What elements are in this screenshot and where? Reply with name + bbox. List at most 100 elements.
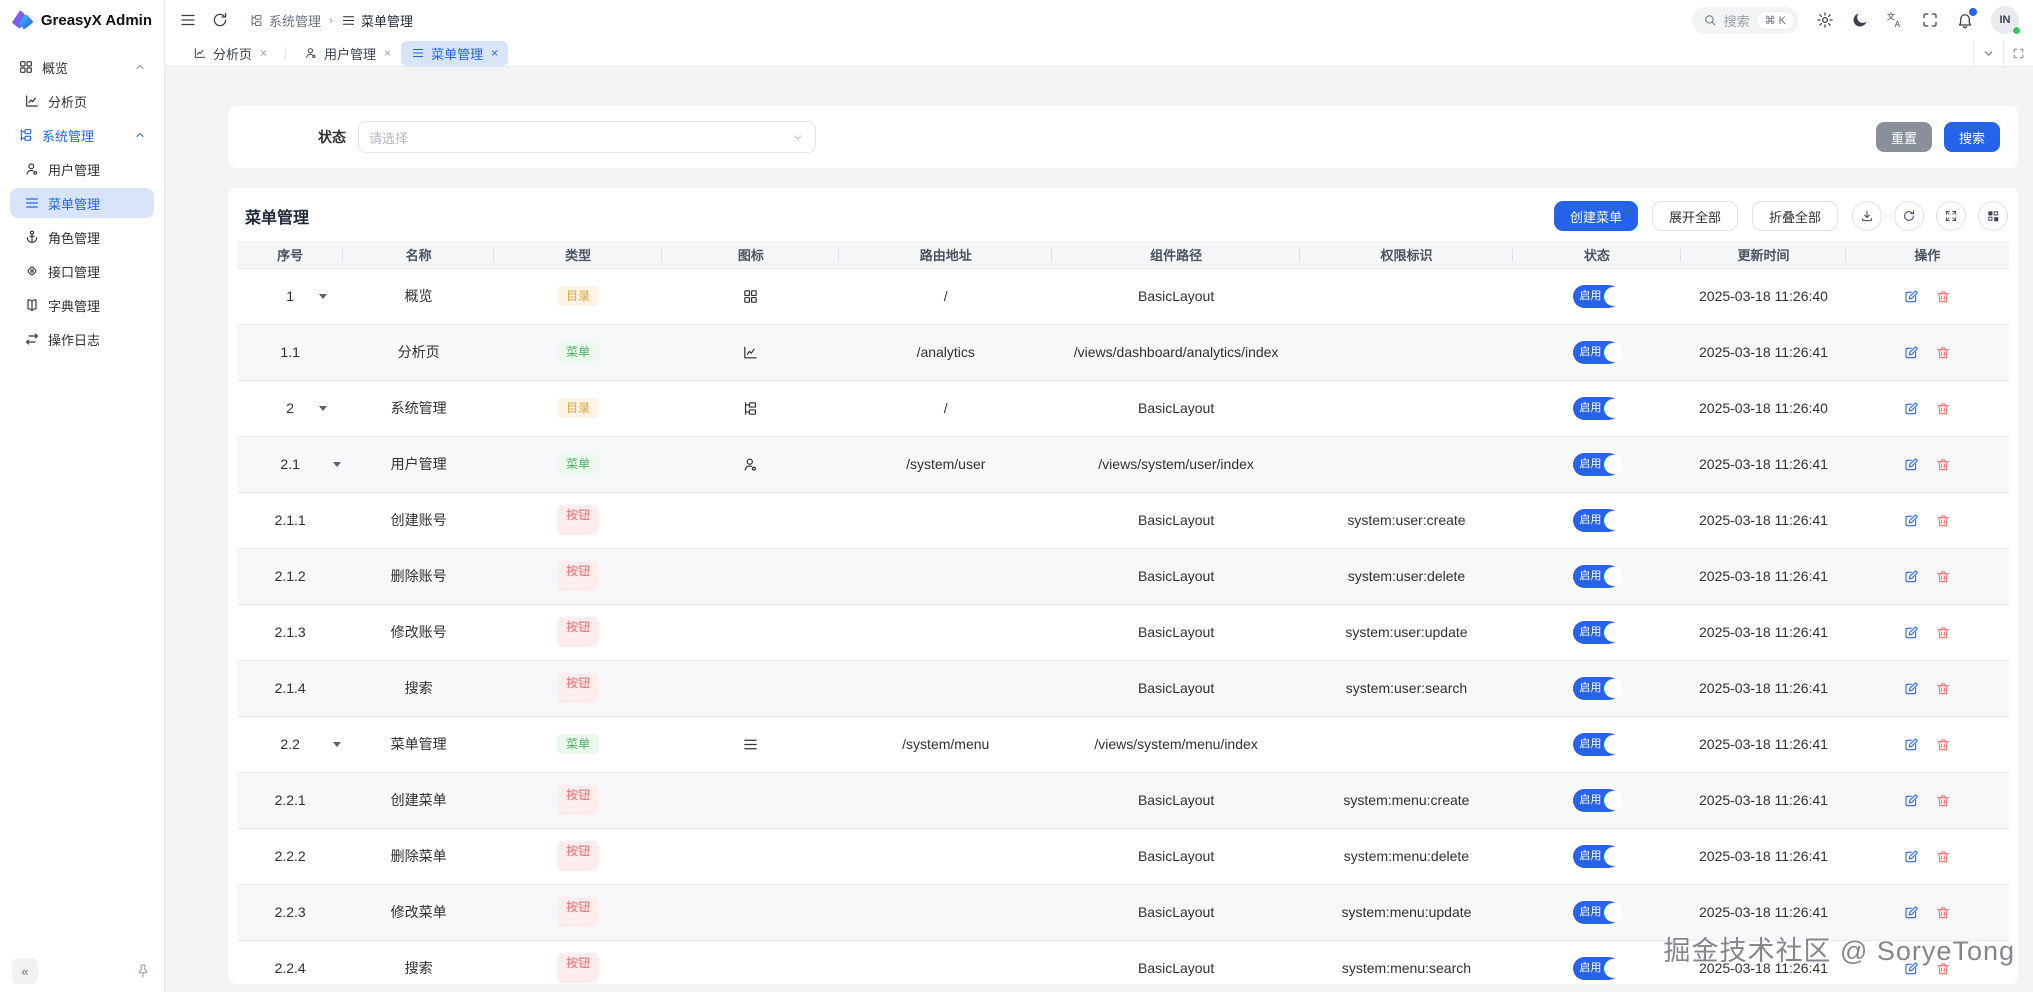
sidebar-item-分析页[interactable]: 分析页 <box>10 86 154 116</box>
row-expander-icon[interactable] <box>333 462 341 467</box>
sidebar-item-操作日志[interactable]: 操作日志 <box>10 324 154 354</box>
tab-close-icon[interactable]: × <box>384 46 391 60</box>
pin-icon[interactable] <box>134 962 152 980</box>
type-badge: 按钮 <box>557 785 599 815</box>
edit-icon[interactable] <box>1903 401 1919 417</box>
row-expander-icon[interactable] <box>319 294 327 299</box>
create-menu-button[interactable]: 创建菜单 <box>1554 201 1638 231</box>
sidebar-group-系统管理[interactable]: 系统管理 <box>10 120 154 150</box>
search-button[interactable]: 搜索 <box>1944 122 2000 152</box>
sidebar-item-接口管理[interactable]: 接口管理 <box>10 256 154 286</box>
sidebar-item-角色管理[interactable]: 角色管理 <box>10 222 154 252</box>
download-button[interactable] <box>1852 201 1882 231</box>
sidebar-item-菜单管理[interactable]: 菜单管理 <box>10 188 154 218</box>
delete-icon[interactable] <box>1935 513 1951 529</box>
sidebar-item-用户管理[interactable]: 用户管理 <box>10 154 154 184</box>
table-refresh-button[interactable] <box>1894 201 1924 231</box>
gear-icon[interactable] <box>1816 11 1834 29</box>
delete-icon[interactable] <box>1935 681 1951 697</box>
cell-seq: 1 <box>237 268 343 324</box>
cell-updated: 2025-03-18 11:26:41 <box>1681 604 1846 660</box>
breadcrumb-item[interactable]: 系统管理 <box>249 11 321 30</box>
delete-icon[interactable] <box>1935 905 1951 921</box>
delete-icon[interactable] <box>1935 625 1951 641</box>
status-toggle[interactable]: 启用 <box>1573 845 1620 868</box>
tabs-dropdown-button[interactable] <box>1973 40 2003 66</box>
sidebar-item-字典管理[interactable]: 字典管理 <box>10 290 154 320</box>
bell-icon[interactable] <box>1956 11 1974 29</box>
table-title: 菜单管理 <box>245 204 309 228</box>
edit-icon[interactable] <box>1903 569 1919 585</box>
hamburger-icon[interactable] <box>179 11 197 29</box>
tab-分析页[interactable]: 分析页× <box>183 41 277 66</box>
edit-icon[interactable] <box>1903 289 1919 305</box>
tab-close-icon[interactable]: × <box>491 46 498 60</box>
status-select[interactable]: 请选择 <box>358 121 816 153</box>
toggle-knob <box>1604 567 1623 586</box>
row-expander-icon[interactable] <box>319 406 327 411</box>
column-settings-button[interactable] <box>1978 201 2008 231</box>
status-toggle[interactable]: 启用 <box>1573 677 1620 700</box>
table-card-header: 菜单管理 创建菜单 展开全部 折叠全部 <box>228 188 2018 241</box>
cell-permission: system:menu:create <box>1300 772 1513 828</box>
sidebar-group-概览[interactable]: 概览 <box>10 52 154 82</box>
delete-icon[interactable] <box>1935 401 1951 417</box>
status-toggle[interactable]: 启用 <box>1573 565 1620 588</box>
status-toggle[interactable]: 启用 <box>1573 341 1620 364</box>
cell-status: 启用 <box>1513 828 1681 884</box>
collapse-all-button[interactable]: 折叠全部 <box>1752 201 1838 231</box>
edit-icon[interactable] <box>1903 737 1919 753</box>
breadcrumb-item[interactable]: 菜单管理 <box>341 11 413 30</box>
search-input[interactable]: 搜索 ⌘ K <box>1692 7 1799 34</box>
cell-type: 按钮 <box>494 940 662 984</box>
row-expander-icon[interactable] <box>333 742 341 747</box>
delete-icon[interactable] <box>1935 849 1951 865</box>
status-toggle[interactable]: 启用 <box>1573 733 1620 756</box>
edit-icon[interactable] <box>1903 793 1919 809</box>
delete-icon[interactable] <box>1935 569 1951 585</box>
edit-icon[interactable] <box>1903 849 1919 865</box>
status-toggle[interactable]: 启用 <box>1573 509 1620 532</box>
tab-菜单管理[interactable]: 菜单管理× <box>401 41 508 66</box>
edit-icon[interactable] <box>1903 345 1919 361</box>
content-fullscreen-button[interactable] <box>2003 40 2033 66</box>
delete-icon[interactable] <box>1935 961 1951 977</box>
tab-用户管理[interactable]: 用户管理 × <box>294 41 401 66</box>
edit-icon[interactable] <box>1903 513 1919 529</box>
delete-icon[interactable] <box>1935 345 1951 361</box>
delete-icon[interactable] <box>1935 737 1951 753</box>
edit-icon[interactable] <box>1903 457 1919 473</box>
status-toggle[interactable]: 启用 <box>1573 621 1620 644</box>
table-fullscreen-button[interactable] <box>1936 201 1966 231</box>
cell-name: 删除账号 <box>343 548 494 604</box>
edit-icon[interactable] <box>1903 961 1919 977</box>
cell-status: 启用 <box>1513 324 1681 380</box>
sidebar-collapse-button[interactable]: « <box>12 958 38 984</box>
status-toggle[interactable]: 启用 <box>1573 453 1620 476</box>
status-toggle[interactable]: 启用 <box>1573 901 1620 924</box>
edit-icon[interactable] <box>1903 905 1919 921</box>
tab-label: 用户管理 <box>324 44 376 63</box>
fullscreen-icon[interactable] <box>1921 11 1939 29</box>
status-toggle[interactable]: 启用 <box>1573 789 1620 812</box>
tab-close-icon[interactable]: × <box>260 46 267 60</box>
reset-button[interactable]: 重置 <box>1876 122 1932 152</box>
status-toggle[interactable]: 启用 <box>1573 285 1620 308</box>
cell-updated: 2025-03-18 11:26:41 <box>1681 884 1846 940</box>
menu-icon <box>742 736 759 753</box>
translate-icon[interactable]: 文A <box>1886 11 1904 29</box>
edit-icon[interactable] <box>1903 625 1919 641</box>
delete-icon[interactable] <box>1935 457 1951 473</box>
avatar[interactable]: IN <box>1991 6 2019 34</box>
delete-icon[interactable] <box>1935 289 1951 305</box>
edit-icon[interactable] <box>1903 681 1919 697</box>
status-toggle[interactable]: 启用 <box>1573 957 1620 980</box>
status-toggle[interactable]: 启用 <box>1573 397 1620 420</box>
delete-icon[interactable] <box>1935 793 1951 809</box>
swap-icon <box>24 331 40 347</box>
table-row: 2.2.2删除菜单按钮BasicLayoutsystem:menu:delete… <box>237 828 2009 884</box>
status-toggle-label: 启用 <box>1579 347 1601 358</box>
moon-icon[interactable] <box>1851 11 1869 29</box>
refresh-icon[interactable] <box>211 11 229 29</box>
expand-all-button[interactable]: 展开全部 <box>1652 201 1738 231</box>
